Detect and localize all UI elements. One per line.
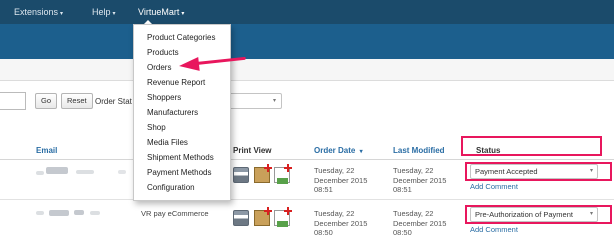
order-status-select[interactable]: Pre-Authorization of Payment ▾ — [470, 207, 598, 222]
sort-icon: ▾ — [359, 149, 363, 155]
menu-item-manufacturers[interactable]: Manufacturers — [147, 108, 198, 117]
order-status-label: Order Stat — [95, 97, 132, 106]
last-modified-time: 08:50 — [393, 228, 412, 237]
menu-virtuemart-label: VirtueMart — [138, 7, 180, 17]
column-header-order-date[interactable]: Order Date ▾ — [314, 146, 363, 155]
menu-virtuemart[interactable]: VirtueMart ▾ — [138, 7, 184, 17]
menu-extensions[interactable]: Extensions ▾ — [14, 7, 63, 17]
menu-item-orders[interactable]: Orders — [147, 63, 171, 72]
shipping-label-icon[interactable] — [254, 164, 272, 183]
header-bar — [0, 24, 614, 59]
row-divider — [0, 199, 614, 200]
last-modified-month: December 2015 — [393, 218, 447, 228]
blurred-email — [118, 170, 126, 174]
order-date-cell: Tuesday, 22 December 2015 08:51 — [314, 166, 367, 195]
reset-button[interactable]: Reset — [61, 93, 93, 109]
arrow-head-icon — [178, 56, 200, 74]
admin-topbar: Extensions ▾ Help ▾ VirtueMart ▾ — [0, 0, 614, 24]
filter-bar: Go Reset Order Stat ▾ — [0, 90, 614, 114]
last-modified-cell: Tuesday, 22 December 2015 08:50 — [393, 209, 446, 238]
chevron-down-icon: ▾ — [181, 11, 185, 17]
print-icon[interactable] — [233, 210, 249, 226]
add-comment-link[interactable]: Add Comment — [470, 225, 518, 235]
chevron-down-icon: ▾ — [112, 11, 116, 17]
blurred-email — [76, 170, 94, 174]
last-modified-day: Tuesday, 22 — [393, 166, 434, 175]
header-divider — [0, 159, 614, 160]
chevron-down-icon: ▾ — [589, 168, 593, 174]
column-header-email[interactable]: Email — [36, 146, 57, 155]
menu-item-media-files[interactable]: Media Files — [147, 138, 188, 147]
order-date-day: Tuesday, 22 — [314, 209, 355, 218]
last-modified-time: 08:51 — [393, 185, 412, 194]
last-modified-day: Tuesday, 22 — [393, 209, 434, 218]
menu-item-shipment-methods[interactable]: Shipment Methods — [147, 153, 214, 162]
order-date-time: 08:50 — [314, 228, 333, 237]
menu-item-product-categories[interactable]: Product Categories — [147, 33, 215, 42]
search-input[interactable] — [0, 92, 26, 110]
menu-item-shoppers[interactable]: Shoppers — [147, 93, 181, 102]
order-date-month: December 2015 — [314, 218, 368, 228]
chevron-down-icon: ▾ — [589, 211, 593, 217]
menu-item-products[interactable]: Products — [147, 48, 179, 57]
go-button[interactable]: Go — [35, 93, 58, 109]
chevron-down-icon: ▾ — [60, 11, 64, 17]
column-header-print-view: Print View — [233, 146, 272, 155]
order-status-value: Pre-Authorization of Payment — [475, 210, 573, 219]
menu-item-revenue-report[interactable]: Revenue Report — [147, 78, 205, 87]
order-date-time: 08:51 — [314, 185, 333, 194]
virtuemart-dropdown: Product Categories Products Orders Reven… — [133, 24, 231, 201]
customer-name: VR pay eCommerce — [141, 209, 209, 218]
print-icon[interactable] — [233, 167, 249, 183]
chevron-down-icon: ▾ — [272, 98, 276, 104]
invoice-icon[interactable] — [274, 207, 292, 227]
last-modified-cell: Tuesday, 22 December 2015 08:51 — [393, 166, 446, 195]
menu-extensions-label: Extensions — [14, 7, 59, 17]
menu-item-shop[interactable]: Shop — [147, 123, 166, 132]
menu-help[interactable]: Help ▾ — [92, 7, 116, 17]
toolbar — [0, 59, 614, 81]
order-date-day: Tuesday, 22 — [314, 166, 355, 175]
status-header-highlight — [461, 136, 602, 156]
order-status-value: Payment Accepted — [475, 167, 538, 176]
column-header-last-modified[interactable]: Last Modified — [393, 146, 445, 155]
blurred-email — [46, 167, 68, 174]
menu-item-payment-methods[interactable]: Payment Methods — [147, 168, 211, 177]
blurred-email — [74, 210, 84, 215]
blurred-email — [36, 171, 44, 175]
blurred-email — [90, 211, 100, 215]
invoice-icon[interactable] — [274, 164, 292, 184]
blurred-email — [36, 211, 44, 215]
shipping-label-icon[interactable] — [254, 207, 272, 226]
order-status-select[interactable]: Payment Accepted ▾ — [470, 164, 598, 179]
last-modified-month: December 2015 — [393, 175, 447, 185]
menu-item-configuration[interactable]: Configuration — [147, 183, 195, 192]
column-header-order-date-label: Order Date — [314, 146, 356, 155]
order-date-month: December 2015 — [314, 175, 368, 185]
add-comment-link[interactable]: Add Comment — [470, 182, 518, 192]
order-date-cell: Tuesday, 22 December 2015 08:50 — [314, 209, 367, 238]
menu-help-label: Help — [92, 7, 111, 17]
blurred-email — [49, 210, 69, 216]
